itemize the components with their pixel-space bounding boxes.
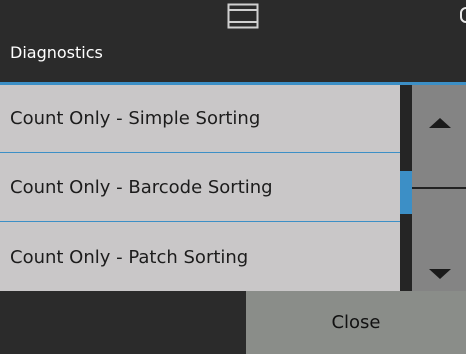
- diagnostics-list: Count Only - Simple Sorting Count Only -…: [0, 85, 400, 291]
- list-item-simple-sorting[interactable]: Count Only - Simple Sorting: [0, 85, 400, 153]
- header-bar: Diagnostics: [0, 0, 466, 82]
- scroll-up-arrow-icon: [429, 118, 451, 128]
- scroll-up-button[interactable]: [412, 85, 466, 187]
- partial-status-icon: [460, 7, 466, 25]
- page-title: Diagnostics: [10, 43, 103, 62]
- scroll-down-arrow-icon: [429, 269, 451, 279]
- list-item-patch-sorting[interactable]: Count Only - Patch Sorting: [0, 223, 400, 291]
- window-icon: [227, 3, 259, 29]
- scroll-down-button[interactable]: [412, 189, 466, 291]
- list-item-barcode-sorting[interactable]: Count Only - Barcode Sorting: [0, 154, 400, 222]
- close-button[interactable]: Close: [246, 291, 466, 354]
- scrollbar-thumb[interactable]: [400, 171, 412, 214]
